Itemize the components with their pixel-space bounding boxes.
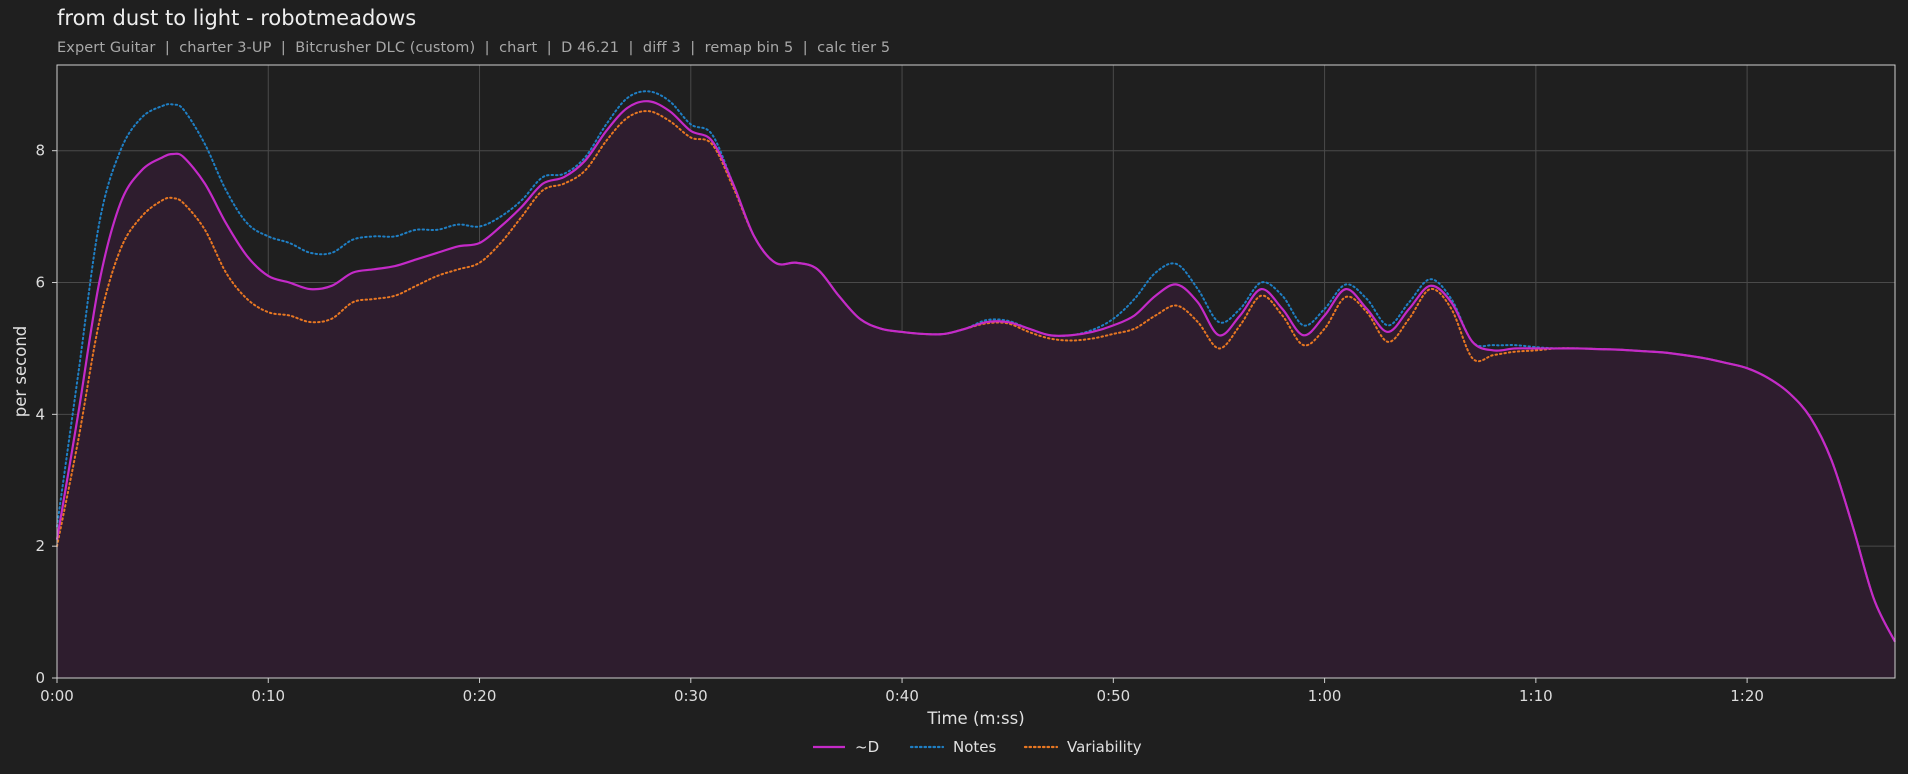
- x-tick-label: 0:10: [251, 687, 285, 705]
- x-axis-label: Time (m:ss): [926, 709, 1024, 728]
- y-tick-label: 0: [35, 669, 45, 687]
- legend-label: Notes: [953, 738, 997, 756]
- x-tick-label: 1:10: [1519, 687, 1553, 705]
- y-tick-label: 8: [35, 142, 45, 160]
- area-fill-layer: [57, 101, 1895, 679]
- legend-label: Variability: [1067, 738, 1142, 756]
- series-area-fill: [57, 101, 1895, 679]
- x-tick-label: 0:50: [1096, 687, 1130, 705]
- y-tick-label: 4: [35, 405, 45, 423]
- y-axis-label: per second: [11, 326, 30, 418]
- y-tick-label: 2: [35, 537, 45, 555]
- x-tick-label: 1:00: [1308, 687, 1342, 705]
- x-tick-label: 1:20: [1730, 687, 1764, 705]
- x-tick-label: 0:40: [885, 687, 919, 705]
- y-tick-label: 6: [35, 274, 45, 292]
- x-tick-label: 0:20: [463, 687, 497, 705]
- legend-label: ~D: [855, 738, 879, 756]
- x-tick-label: 0:00: [40, 687, 74, 705]
- legend: ~D Notes Variability: [813, 738, 1142, 756]
- x-tick-label: 0:30: [674, 687, 708, 705]
- chart: 0:00 0:10 0:20 0:30 0:40 0:50 1:00 1:10 1:20 0 2 4 6…: [11, 64, 1896, 756]
